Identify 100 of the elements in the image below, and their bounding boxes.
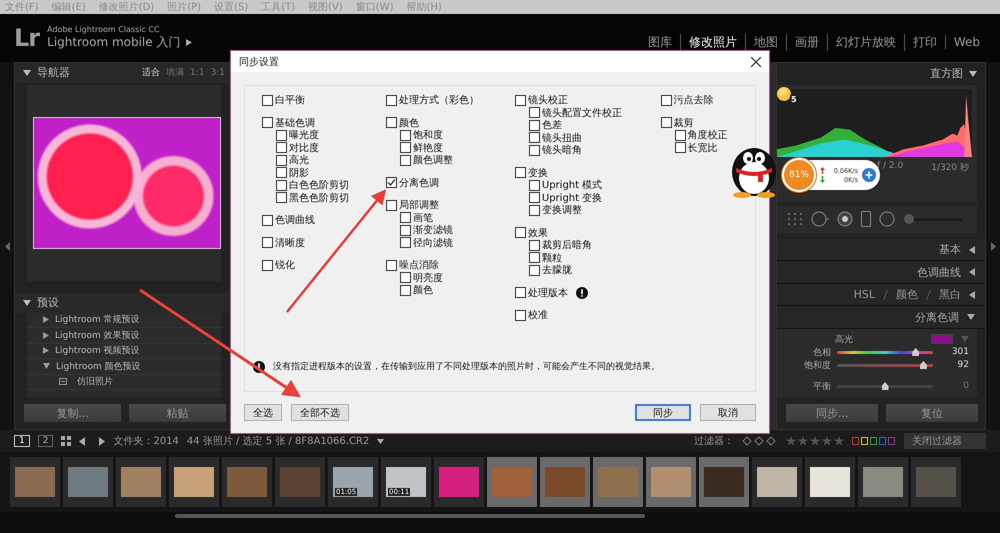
sync-option-checkbox[interactable]: Upright 变换: [528, 192, 602, 204]
filmstrip-cell[interactable]: [434, 457, 484, 507]
view-button[interactable]: 2: [38, 435, 54, 447]
sync-option-checkbox[interactable]: 色调曲线: [262, 214, 315, 226]
hsl-tab[interactable]: HSL: [854, 288, 875, 302]
sync-option-checkbox[interactable]: 明亮度: [400, 272, 443, 284]
filmstrip-cell[interactable]: [63, 457, 113, 507]
sync-option-checkbox[interactable]: 高光: [276, 154, 309, 166]
panel-button[interactable]: 同步...: [785, 403, 879, 423]
slider-thumb[interactable]: [912, 348, 920, 356]
sync-option-checkbox[interactable]: 颜色调整: [400, 154, 453, 166]
sync-option-checkbox[interactable]: 噪点消除: [386, 259, 439, 272]
filmstrip-cell[interactable]: [222, 457, 272, 507]
module-tab[interactable]: 幻灯片放映: [826, 34, 904, 50]
sync-option-checkbox[interactable]: 变换调整: [528, 204, 582, 216]
grid-icon[interactable]: [787, 212, 803, 226]
caret-icon[interactable]: [377, 438, 384, 444]
filmstrip-cell[interactable]: [116, 457, 166, 507]
preset-folder[interactable]: Lightroom 视频预设: [27, 344, 221, 360]
filmstrip-cell[interactable]: [699, 457, 749, 507]
grid-icon[interactable]: [61, 436, 72, 446]
color-label-filter-icon[interactable]: [852, 437, 896, 445]
sync-option-checkbox[interactable]: 基础色调: [262, 116, 315, 129]
sync-option-checkbox[interactable]: 曝光度: [276, 129, 319, 142]
module-tab[interactable]: Web: [944, 35, 988, 49]
hsl-tab[interactable]: 颜色: [896, 287, 918, 302]
panel-header[interactable]: 色调曲线: [777, 261, 985, 284]
sync-option-checkbox[interactable]: 颜色: [386, 116, 419, 129]
sync-option-checkbox[interactable]: 处理方式（彩色）: [386, 94, 479, 106]
sync-option-checkbox[interactable]: Upright 模式: [528, 179, 602, 192]
preset-item[interactable]: 仿旧照片: [27, 374, 221, 390]
module-tab[interactable]: 图库: [640, 34, 680, 50]
source-label[interactable]: 文件夹：2014: [113, 434, 179, 448]
triangle-icon[interactable]: [23, 300, 31, 306]
preset-folder[interactable]: Lightroom 颜色预设: [27, 359, 221, 375]
slider-thumb[interactable]: [920, 360, 927, 369]
panel-button[interactable]: 复制...: [23, 403, 122, 423]
scrollbar[interactable]: [175, 514, 645, 518]
filmstrip-cell[interactable]: [805, 457, 855, 507]
color-swatch[interactable]: [931, 334, 953, 344]
dot-circle-icon[interactable]: [837, 211, 853, 228]
circle-icon[interactable]: [879, 211, 895, 228]
panel-header[interactable]: 基本: [777, 238, 985, 262]
filmstrip-cell[interactable]: [646, 457, 696, 507]
sync-option-checkbox[interactable]: 色差: [528, 119, 562, 132]
sync-option-checkbox[interactable]: 效果: [514, 226, 548, 239]
sync-option-checkbox[interactable]: 清晰度: [262, 236, 305, 249]
sync-option-checkbox[interactable]: 角度校正: [674, 129, 728, 142]
sync-option-checkbox[interactable]: 径向滤镜: [400, 236, 453, 249]
sync-option-checkbox[interactable]: 鲜艳度: [400, 142, 443, 154]
triangle-icon[interactable]: [23, 70, 31, 76]
sync-option-checkbox[interactable]: 镜头暗角: [528, 144, 582, 156]
sync-option-checkbox[interactable]: 镜头配置文件校正: [528, 106, 622, 119]
filter-dropdown[interactable]: 关闭过滤器: [904, 433, 986, 449]
panel-button[interactable]: 复位: [885, 403, 979, 423]
preset-folder[interactable]: Lightroom 常规预设: [27, 312, 221, 328]
sync-option-checkbox[interactable]: 白平衡: [262, 94, 305, 106]
zoom-option[interactable]: 适合: [142, 66, 160, 80]
sync-option-checkbox[interactable]: 变换: [514, 166, 548, 179]
identity-plate[interactable]: Lightroom mobile 入门: [47, 34, 180, 51]
dialog-button[interactable]: 同步: [635, 404, 691, 421]
sync-option-checkbox[interactable]: 局部调整: [386, 199, 439, 212]
sync-option-checkbox[interactable]: 饱和度: [400, 129, 443, 142]
sync-option-checkbox[interactable]: 黑色色阶剪切: [276, 192, 349, 204]
sync-option-checkbox[interactable]: 锐化: [262, 259, 295, 272]
forward-arrow-icon[interactable]: [96, 436, 106, 446]
plus-icon[interactable]: [862, 168, 876, 182]
dialog-button[interactable]: 全选: [244, 404, 282, 421]
dialog-button[interactable]: 全部不选: [291, 404, 349, 421]
panel-button[interactable]: 粘贴: [128, 403, 227, 423]
filmstrip-cell[interactable]: [169, 457, 219, 507]
hsl-tab[interactable]: 黑白: [939, 287, 961, 302]
filmstrip-cell[interactable]: [487, 457, 537, 507]
view-button[interactable]: 1: [14, 435, 30, 447]
filmstrip-cell[interactable]: [10, 457, 60, 507]
dialog-button[interactable]: 取消: [700, 404, 756, 421]
sync-option-checkbox[interactable]: 颜色: [400, 284, 433, 296]
sync-option-checkbox[interactable]: 处理版本: [514, 286, 568, 299]
sync-option-checkbox[interactable]: 污点去除: [660, 94, 714, 106]
filmstrip-cell[interactable]: [593, 457, 643, 507]
sync-option-checkbox[interactable]: 裁剪后暗角: [528, 239, 592, 252]
sync-option-checkbox[interactable]: 颗粒: [528, 252, 562, 264]
filmstrip-cell[interactable]: [275, 457, 325, 507]
sync-option-checkbox[interactable]: 对比度: [276, 142, 319, 154]
panel-header[interactable]: 分离色调: [777, 306, 985, 329]
triangle-icon[interactable]: [969, 70, 977, 77]
slider-thumb[interactable]: [882, 382, 888, 390]
star-rating-icon[interactable]: [786, 436, 844, 446]
filmstrip-cell[interactable]: [858, 457, 908, 507]
sync-option-checkbox[interactable]: 长宽比: [674, 142, 718, 154]
module-tab[interactable]: 画册: [786, 34, 827, 50]
sync-option-checkbox[interactable]: 校准: [514, 309, 548, 322]
rectangle-icon[interactable]: [861, 211, 871, 228]
module-tab[interactable]: 打印: [904, 34, 945, 50]
sync-option-checkbox[interactable]: 分离色调: [386, 176, 439, 189]
sync-option-checkbox[interactable]: 渐变滤镜: [400, 224, 453, 236]
close-icon[interactable]: [751, 56, 761, 66]
preset-folder[interactable]: Lightroom 效果预设: [27, 328, 221, 344]
filmstrip-cell[interactable]: [752, 457, 802, 507]
brush-slider-icon[interactable]: [903, 212, 963, 226]
